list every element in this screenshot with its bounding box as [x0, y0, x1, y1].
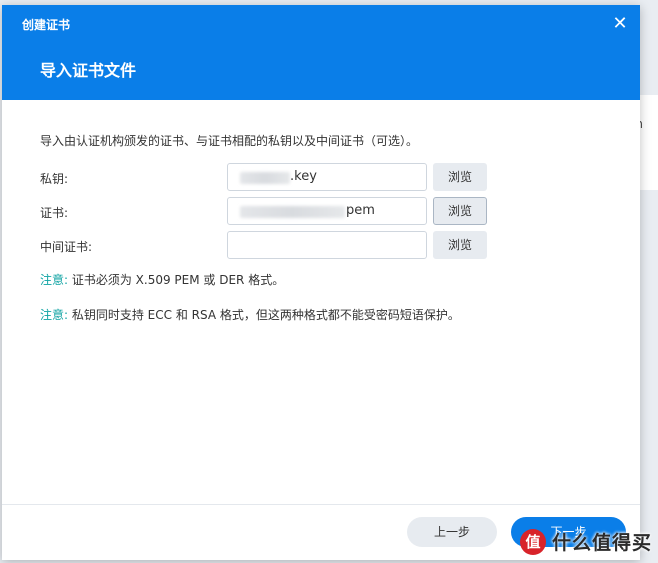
private-key-label: 私钥: [40, 172, 69, 186]
intermediate-certificate-browse-button[interactable]: 浏览 [433, 231, 487, 259]
note-tag: 注意: [40, 308, 69, 322]
private-key-field[interactable]: .key [227, 163, 427, 191]
intermediate-certificate-label: 中间证书: [40, 240, 93, 254]
certificate-browse-button[interactable]: 浏览 [433, 197, 487, 225]
watermark-text: 什么值得买 [551, 532, 652, 554]
page-title: 导入证书文件 [40, 61, 137, 80]
intermediate-certificate-field[interactable] [227, 231, 427, 259]
note-text: 私钥同时支持 ECC 和 RSA 格式，但这两种格式都不能受密码短语保护。 [68, 308, 460, 322]
dialog-header: 创建证书 ✕ 导入证书文件 [2, 5, 640, 100]
intermediate-certificate-row: 中间证书: 浏览 [40, 231, 600, 259]
private-key-browse-button[interactable]: 浏览 [433, 163, 487, 191]
intro-text: 导入由认证机构颁发的证书、与证书相配的私钥以及中间证书（可选）。 [40, 134, 419, 148]
note-text: 证书必须为 X.509 PEM 或 DER 格式。 [68, 273, 285, 287]
redacted-filename [240, 206, 345, 218]
close-icon[interactable]: ✕ [610, 14, 630, 34]
dialog-body: 导入由认证机构颁发的证书、与证书相配的私钥以及中间证书（可选）。 私钥: .ke… [2, 100, 640, 505]
certificate-value: pem [346, 203, 375, 218]
create-certificate-dialog: 创建证书 ✕ 导入证书文件 导入由认证机构颁发的证书、与证书相配的私钥以及中间证… [2, 5, 640, 560]
format-note: 注意: 证书必须为 X.509 PEM 或 DER 格式。 [40, 271, 284, 288]
note-tag: 注意: [40, 273, 69, 287]
private-key-row: 私钥: .key 浏览 [40, 163, 600, 191]
certificate-field[interactable]: pem [227, 197, 427, 225]
certificate-row: 证书: pem 浏览 [40, 197, 600, 225]
watermark-logo-icon: 值 [519, 528, 546, 555]
back-button[interactable]: 上一步 [407, 517, 497, 547]
watermark: 值 什么值得买 [519, 528, 652, 555]
certificate-label: 证书: [40, 206, 69, 220]
redacted-filename [240, 172, 290, 184]
private-key-value: .key [290, 169, 317, 184]
dialog-title: 创建证书 [22, 18, 71, 32]
key-note: 注意: 私钥同时支持 ECC 和 RSA 格式，但这两种格式都不能受密码短语保护… [40, 306, 460, 323]
